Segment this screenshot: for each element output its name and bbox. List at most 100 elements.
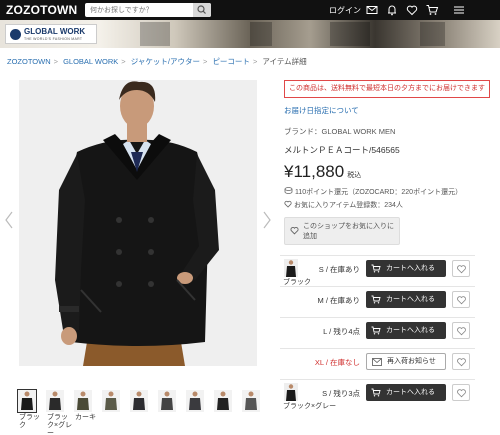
thumbnail-image xyxy=(49,391,61,410)
search-input[interactable] xyxy=(85,3,191,17)
sku-size-stock: M / 在庫あり xyxy=(317,296,361,305)
heart-icon[interactable] xyxy=(405,3,419,17)
prev-image-arrow-icon[interactable] xyxy=(4,210,14,230)
top-header: ZOZOTOWN ログイン xyxy=(0,0,500,20)
thumbnail-image xyxy=(245,391,257,410)
thumbnail-image xyxy=(189,391,201,410)
breadcrumb-separator: > xyxy=(252,57,258,66)
thumbnail[interactable] xyxy=(17,389,37,413)
thumbnail[interactable] xyxy=(214,390,232,412)
shop-banner[interactable]: GLOBAL WORK THE WORLD'S FASHION MART xyxy=(0,20,500,48)
add-to-cart-label: カートへ入れる xyxy=(386,327,435,334)
add-to-cart-label: カートへ入れる xyxy=(386,389,435,396)
heart-outline-icon xyxy=(457,389,466,398)
zozotown-logo[interactable]: ZOZOTOWN xyxy=(6,3,77,17)
search-button[interactable] xyxy=(193,3,211,17)
cart-icon xyxy=(371,388,381,397)
notification-icon[interactable] xyxy=(385,3,399,17)
sku-row: XL / 在庫なし 再入荷お知らせ xyxy=(280,348,475,374)
product-name: メルトンＰＥＡコート/546565 xyxy=(284,145,400,155)
mail-icon[interactable] xyxy=(365,3,379,17)
search-icon xyxy=(197,5,206,14)
coin-icon xyxy=(284,187,293,194)
thumbnail[interactable] xyxy=(130,390,148,412)
search-box xyxy=(85,3,211,17)
thumbnail[interactable] xyxy=(186,390,204,412)
add-to-favorites-button[interactable] xyxy=(452,384,470,401)
add-to-cart-button[interactable]: カートへ入れる xyxy=(366,322,446,339)
breadcrumb: ZOZOTOWN > GLOBAL WORK > ジャケット/アウター > ピーコート… xyxy=(7,56,307,67)
add-to-favorites-button[interactable] xyxy=(452,260,470,277)
thumbnail[interactable] xyxy=(74,390,92,412)
cart-icon xyxy=(371,264,381,273)
global-work-logo[interactable]: GLOBAL WORK THE WORLD'S FASHION MART xyxy=(5,24,97,44)
breadcrumb-item[interactable]: ジャケット/アウター xyxy=(131,57,200,66)
thumbnail-image xyxy=(161,391,173,410)
thumbnail-label: カーキ xyxy=(75,414,96,421)
thumbnail[interactable] xyxy=(158,390,176,412)
thumbnail-label: ブラック xyxy=(19,414,40,429)
cart-icon xyxy=(371,326,381,335)
add-to-cart-label: カートへ入れる xyxy=(386,265,435,272)
thumbnail-image xyxy=(133,391,145,410)
brand-mark-icon xyxy=(10,29,21,40)
sku-row: S / 残り3点 カートへ入れる xyxy=(280,379,475,405)
model-in-coat-illustration xyxy=(55,81,219,366)
product-main-image[interactable] xyxy=(19,80,257,366)
favorite-shop-label: このショップをお気に入りに追加 xyxy=(303,223,394,240)
restock-notify-label: 再入荷お知らせ xyxy=(387,358,436,365)
add-to-cart-button[interactable]: カートへ入れる xyxy=(366,384,446,401)
breadcrumb-separator: > xyxy=(53,57,58,66)
thumbnail-strip: ブラック ブラック×グレー カーキ xyxy=(17,389,260,435)
breadcrumb-separator: > xyxy=(202,57,208,66)
sku-size-stock: XL / 在庫なし xyxy=(314,358,360,367)
product-price: ¥11,880 税込 xyxy=(284,162,361,182)
sku-row: L / 残り4点 カートへ入れる xyxy=(280,317,475,343)
points-info: 110ポイント還元（ZOZOCARD：220ポイント還元） xyxy=(284,186,462,197)
free-shipping-notice: この商品は、送料無料で最短本日の夕方までにお届けできます xyxy=(284,80,490,98)
menu-icon[interactable] xyxy=(452,3,466,17)
breadcrumb-current: アイテム詳細 xyxy=(262,57,307,66)
favorite-count: お気に入りアイテム登録数：234人 xyxy=(284,200,403,210)
sku-row: S / 在庫あり カートへ入れる xyxy=(280,255,475,281)
restock-notify-button[interactable]: 再入荷お知らせ xyxy=(366,353,446,370)
cart-icon xyxy=(371,295,381,304)
brand-tagline: THE WORLD'S FASHION MART xyxy=(24,37,83,41)
thumbnail-image xyxy=(217,391,229,410)
heart-outline-icon xyxy=(290,227,299,235)
tax-label: 税込 xyxy=(347,172,362,179)
add-to-cart-button[interactable]: カートへ入れる xyxy=(366,291,446,308)
sku-size-stock: L / 残り4点 xyxy=(323,327,360,336)
add-to-favorites-button[interactable] xyxy=(452,353,470,370)
heart-outline-icon xyxy=(284,200,292,208)
add-to-cart-button[interactable]: カートへ入れる xyxy=(366,260,446,277)
banner-photo xyxy=(420,22,445,46)
breadcrumb-item[interactable]: ピーコート xyxy=(212,57,250,66)
thumbnail-label: ブラック×グレー xyxy=(47,414,73,435)
banner-photo xyxy=(330,22,370,46)
price-value: ¥11,880 xyxy=(284,162,345,181)
brand-label[interactable]: ブランド：GLOBAL WORK MEN xyxy=(284,126,395,137)
banner-photo xyxy=(140,22,170,46)
add-to-favorites-button[interactable] xyxy=(452,322,470,339)
mail-icon xyxy=(372,358,382,366)
points-text: 110ポイント還元（ZOZOCARD：220ポイント還元） xyxy=(294,189,463,196)
color-swatch-image xyxy=(284,383,298,401)
delivery-date-link[interactable]: お届け日指定について xyxy=(284,105,359,116)
breadcrumb-item[interactable]: GLOBAL WORK xyxy=(63,57,118,66)
favorite-count-text: お気に入りアイテム登録数：234人 xyxy=(293,202,403,209)
thumbnail[interactable] xyxy=(46,390,64,412)
cart-icon[interactable] xyxy=(425,3,439,17)
color-swatch-image xyxy=(284,259,298,277)
favorite-shop-button[interactable]: このショップをお気に入りに追加 xyxy=(284,217,400,245)
color-name: ブラック×グレー xyxy=(283,403,337,410)
thumbnail[interactable] xyxy=(242,390,260,412)
add-to-favorites-button[interactable] xyxy=(452,291,470,308)
heart-outline-icon xyxy=(457,327,466,336)
thumbnail[interactable] xyxy=(102,390,120,412)
breadcrumb-item[interactable]: ZOZOTOWN xyxy=(7,57,51,66)
login-link[interactable]: ログイン xyxy=(329,5,361,16)
thumbnail-image xyxy=(77,391,89,410)
heart-outline-icon xyxy=(457,265,466,274)
next-image-arrow-icon[interactable] xyxy=(262,210,272,230)
